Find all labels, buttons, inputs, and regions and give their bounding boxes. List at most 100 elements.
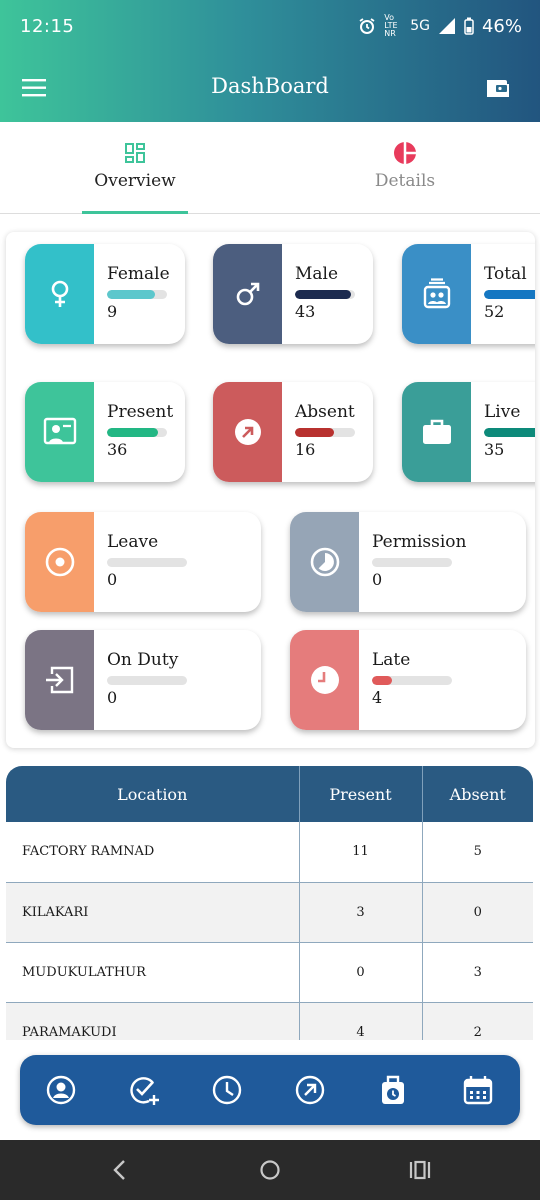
row-present: 3 (299, 882, 423, 943)
card-absent-side (213, 382, 282, 482)
card-male-side (213, 244, 282, 344)
row-location: MUDUKULATHUR (6, 942, 300, 1003)
card-on-duty-side (25, 630, 94, 730)
summary-panel: Female 9 Male 43 Total 52 Present 36 Abs… (6, 232, 535, 748)
clock-pie-icon (310, 547, 339, 577)
card-leave-label: Leave (107, 532, 159, 552)
briefcase-icon (422, 419, 451, 444)
check-add-icon[interactable] (127, 1073, 161, 1107)
card-absent-value: 16 (295, 440, 316, 459)
card-total-side (402, 244, 471, 344)
table-row[interactable]: FACTORY RAMNAD 11 5 (6, 822, 533, 883)
card-female[interactable]: Female 9 (25, 244, 185, 344)
tab-overview[interactable]: Overview (0, 122, 270, 214)
card-live-label: Live (484, 402, 521, 422)
card-total-label: Total (484, 264, 527, 284)
card-present-bar (107, 428, 167, 437)
profile-icon[interactable] (44, 1073, 78, 1107)
card-absent-bar (295, 428, 355, 437)
clock-icon (310, 666, 339, 694)
battery-percent: 46% (481, 15, 522, 37)
time-bag-icon[interactable] (376, 1073, 410, 1107)
row-absent: 5 (422, 822, 533, 883)
card-leave-side (25, 512, 94, 612)
card-male-label: Male (295, 264, 339, 284)
card-late-side (290, 630, 359, 730)
recents-icon[interactable] (408, 1158, 432, 1182)
card-present-label: Present (107, 402, 174, 422)
tab-details[interactable]: Details (270, 122, 540, 214)
card-male-bar (295, 290, 355, 299)
card-total-bar (484, 290, 535, 299)
card-absent[interactable]: Absent 16 (213, 382, 373, 482)
card-live-bar (484, 428, 535, 437)
card-on-duty[interactable]: On Duty 0 (25, 630, 261, 730)
wallet-icon[interactable] (484, 75, 510, 101)
system-nav-bar (0, 1140, 540, 1200)
bottom-nav (20, 1055, 520, 1125)
header-absent: Absent (422, 766, 533, 822)
card-absent-label: Absent (295, 402, 355, 422)
status-bar: 12:15 Vo LTE NR 5G 46% (0, 0, 540, 54)
tab-indicator (82, 211, 188, 214)
row-present: 11 (299, 822, 423, 883)
row-present: 0 (299, 942, 423, 1003)
alarm-icon (359, 18, 375, 34)
row-absent: 3 (422, 942, 533, 1003)
grid-icon (125, 143, 145, 163)
card-present-side (25, 382, 94, 482)
header-present: Present (299, 766, 423, 822)
card-late-bar (372, 676, 452, 685)
login-icon (45, 666, 73, 694)
signal-icon (438, 18, 455, 34)
status-time: 12:15 (20, 16, 75, 37)
card-leave[interactable]: Leave 0 (25, 512, 261, 612)
target-icon (45, 547, 74, 577)
card-live-side (402, 382, 471, 482)
card-total-value: 52 (484, 302, 505, 321)
table-row[interactable]: MUDUKULATHUR 0 3 (6, 942, 533, 1003)
card-live[interactable]: Live 35 (402, 382, 535, 482)
card-on-duty-label: On Duty (107, 650, 179, 670)
status-icons: Vo LTE NR 5G 46% (358, 14, 522, 38)
card-female-label: Female (107, 264, 170, 284)
home-icon[interactable] (258, 1158, 282, 1182)
header-location: Location (6, 766, 300, 822)
female-icon (51, 280, 68, 307)
tab-bar: Overview Details (0, 122, 540, 214)
network-label: 5G (410, 18, 430, 34)
row-location: KILAKARI (6, 882, 300, 943)
card-late-value: 4 (372, 688, 383, 707)
back-icon[interactable] (108, 1158, 132, 1182)
card-present[interactable]: Present 36 (25, 382, 185, 482)
clock-outline-icon[interactable] (210, 1073, 244, 1107)
card-permission[interactable]: Permission 0 (290, 512, 526, 612)
arrow-up-right-circle-nav-icon[interactable] (293, 1073, 327, 1107)
row-location: FACTORY RAMNAD (6, 822, 300, 883)
app-bar: DashBoard (0, 54, 540, 122)
card-on-duty-value: 0 (107, 688, 118, 707)
card-live-value: 35 (484, 440, 505, 459)
card-male[interactable]: Male 43 (213, 244, 373, 344)
battery-icon (464, 17, 474, 35)
card-late[interactable]: Late 4 (290, 630, 526, 730)
table-row[interactable]: KILAKARI 3 0 (6, 882, 533, 943)
card-female-bar (107, 290, 167, 299)
presentation-icon (43, 417, 76, 445)
tab-details-label: Details (374, 171, 436, 191)
card-leave-value: 0 (107, 570, 118, 589)
card-total[interactable]: Total 52 (402, 244, 535, 344)
card-female-value: 9 (107, 302, 118, 321)
card-present-value: 36 (107, 440, 128, 459)
volte-icon: Vo LTE NR (384, 13, 398, 38)
calendar-icon[interactable] (461, 1073, 495, 1107)
card-permission-bar (372, 558, 452, 567)
card-permission-side (290, 512, 359, 612)
card-permission-value: 0 (372, 570, 383, 589)
page-title: DashBoard (211, 74, 329, 98)
tab-overview-label: Overview (94, 171, 176, 191)
location-table: Location Present Absent FACTORY RAMNAD 1… (6, 766, 533, 1046)
card-permission-label: Permission (372, 532, 467, 552)
arrow-up-right-circle-icon (234, 419, 261, 445)
male-icon (236, 282, 259, 306)
